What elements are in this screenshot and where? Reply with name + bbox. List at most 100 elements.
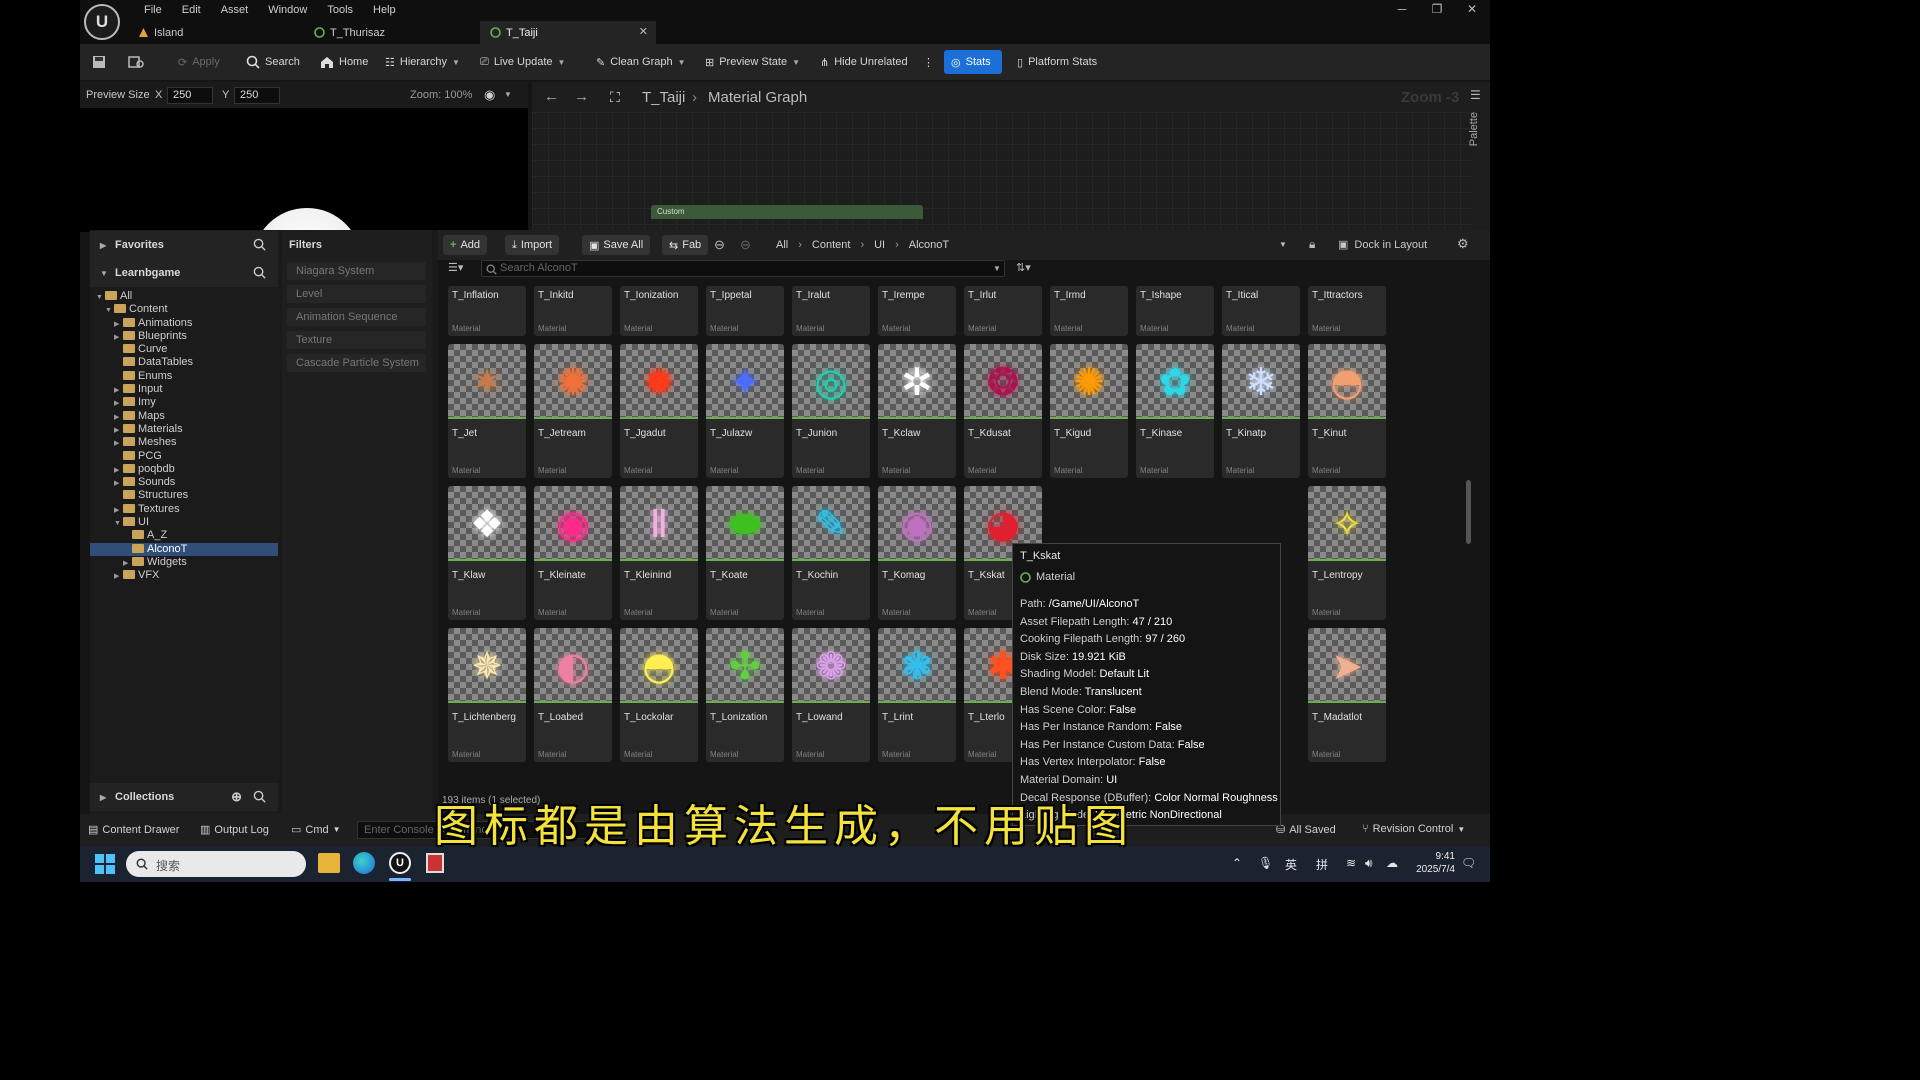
cmd-dropdown[interactable]: ▭ Cmd ▼ (291, 823, 341, 837)
menu-tools[interactable]: Tools (317, 2, 363, 18)
asset-tile-t-lentropy[interactable]: ✧ T_Lentropy Material (1308, 486, 1386, 620)
tab-t-thurisaz[interactable]: T_Thurisaz (304, 21, 479, 44)
asset-tile-t-lonization[interactable]: ✣ T_Lonization Material (706, 628, 784, 762)
app-icon[interactable] (426, 853, 444, 873)
asset-tile-t-kclaw[interactable]: ✲ T_Kclaw Material (878, 344, 956, 478)
chevron-right-icon[interactable]: ▶ (114, 424, 123, 437)
asset-tile-t-loabed[interactable]: ◐ T_Loabed Material (534, 628, 612, 762)
tree-item-textures[interactable]: ▶ Textures (90, 503, 278, 516)
favorites-header[interactable]: ▶ Favorites (90, 231, 278, 259)
tree-item-widgets[interactable]: ▶ Widgets (90, 556, 278, 569)
chevron-right-icon[interactable]: ▶ (114, 437, 123, 450)
project-header[interactable]: ▼ Learnbgame (90, 259, 278, 287)
asset-tile-t-kinut[interactable]: ◓ T_Kinut Material (1308, 344, 1386, 478)
asset-tile-t-lrint[interactable]: ❃ T_Lrint Material (878, 628, 956, 762)
close-tab-icon[interactable]: ✕ (639, 25, 648, 38)
tree-item-blueprints[interactable]: ▶ Blueprints (90, 330, 278, 343)
filter-icon[interactable]: ☰▾ (448, 261, 463, 274)
all-saved-button[interactable]: ⛁ All Saved (1276, 823, 1336, 837)
asset-tile-t-julazw[interactable]: ✦ T_Julazw Material (706, 344, 784, 478)
asset-tile-t-klaw[interactable]: ❖ T_Klaw Material (448, 486, 526, 620)
chevron-right-icon[interactable]: ▶ (114, 331, 123, 344)
back-arrow-icon[interactable]: ← (544, 88, 559, 105)
tree-item-curve[interactable]: Curve (90, 343, 278, 356)
wifi-icon[interactable]: ≋ (1346, 856, 1356, 870)
stats-button[interactable]: ◎ Stats (944, 50, 1002, 74)
asset-tile-t-junion[interactable]: ◎ T_Junion Material (792, 344, 870, 478)
more-options-icon[interactable]: ⋮ (923, 53, 934, 71)
tree-item-materials[interactable]: ▶ Materials (90, 423, 278, 436)
asset-tile-t-itical[interactable]: T_Itical Material (1222, 286, 1300, 336)
chevron-right-icon[interactable]: ▶ (114, 411, 123, 424)
asset-tile-t-komag[interactable]: ◉ T_Komag Material (878, 486, 956, 620)
material-graph-panel[interactable]: ← → ⛶ T_Taiji › Material Graph Zoom -3 ☰… (532, 82, 1490, 232)
asset-tile-t-irempe[interactable]: T_Irempe Material (878, 286, 956, 336)
asset-tile-t-kochin[interactable]: ✎ T_Kochin Material (792, 486, 870, 620)
volume-icon[interactable]: 🔊︎ (1365, 856, 1373, 871)
asset-tile-t-madatlot[interactable]: ➤ T_Madatlot Material (1308, 628, 1386, 762)
history-back-icon[interactable]: ⊖ (714, 237, 725, 253)
filter-animation-sequence[interactable]: Animation Sequence (287, 308, 426, 326)
asset-tile-t-kinatp[interactable]: ❄ T_Kinatp Material (1222, 344, 1300, 478)
chevron-right-icon[interactable]: ▶ (114, 318, 123, 331)
chevron-right-icon[interactable]: ▶ (114, 570, 123, 583)
home-button[interactable]: Home (320, 53, 368, 71)
platform-stats-button[interactable]: ▯ Platform Stats (1017, 53, 1097, 71)
search-icon[interactable] (253, 790, 266, 803)
asset-tile-t-irmd[interactable]: T_Irmd Material (1050, 286, 1128, 336)
forward-arrow-icon[interactable]: → (574, 88, 589, 105)
asset-tile-t-inflation[interactable]: T_Inflation Material (448, 286, 526, 336)
asset-tile-t-koate[interactable]: ⬬ T_Koate Material (706, 486, 784, 620)
clock[interactable]: 9:41 2025/7/4 (1415, 850, 1455, 876)
tree-item-sounds[interactable]: ▶ Sounds (90, 476, 278, 489)
sort-icon[interactable]: ⇅▾ (1016, 261, 1031, 274)
tree-item-pcg[interactable]: PCG (90, 450, 278, 463)
path-dropdown-icon[interactable]: ▼ (1279, 240, 1287, 249)
live-update-button[interactable]: ⎚ Live Update ▼ (480, 53, 565, 71)
edge-browser-icon[interactable] (353, 852, 375, 874)
tree-item-enums[interactable]: Enums (90, 370, 278, 383)
chevron-down-icon[interactable]: ▼ (105, 304, 114, 317)
palette-tab[interactable]: Palette (1468, 112, 1480, 146)
asset-tile-t-lichtenberg[interactable]: ✵ T_Lichtenberg Material (448, 628, 526, 762)
asset-tile-t-kdusat[interactable]: ❂ T_Kdusat Material (964, 344, 1042, 478)
search-button[interactable]: Search (246, 53, 300, 71)
search-icon[interactable] (253, 238, 266, 251)
microphone-icon[interactable]: 🎙︎ (1258, 856, 1273, 870)
asset-tile-t-kigud[interactable]: ✺ T_Kigud Material (1050, 344, 1128, 478)
chevron-right-icon[interactable]: ▶ (123, 557, 132, 570)
asset-tile-t-kleinind[interactable]: Ⅱ T_Kleinind Material (620, 486, 698, 620)
collections-header[interactable]: ▶ Collections ⊕ (90, 783, 278, 811)
chevron-right-icon[interactable]: ▶ (114, 477, 123, 490)
hamburger-icon[interactable]: ☰ (1470, 88, 1481, 102)
eye-icon[interactable]: ◉ (484, 87, 495, 103)
path-alconot[interactable]: AlconoT (909, 239, 949, 251)
add-collection-icon[interactable]: ⊕ (231, 789, 242, 805)
tree-item-datatables[interactable]: DataTables (90, 356, 278, 369)
path-all[interactable]: All (776, 239, 788, 251)
asset-tile-t-jgadut[interactable]: ✹ T_Jgadut Material (620, 344, 698, 478)
dock-in-layout-button[interactable]: ▣ Dock in Layout (1338, 238, 1427, 252)
menu-edit[interactable]: Edit (172, 2, 211, 18)
save-all-button[interactable]: ▣ Save All (582, 235, 651, 255)
chevron-down-icon[interactable]: ▼ (504, 90, 512, 99)
tree-item-poqbdb[interactable]: ▶ poqbdb (90, 463, 278, 476)
taskbar-search-input[interactable]: 搜索 (126, 851, 306, 877)
asset-tile-t-ittractors[interactable]: T_Ittractors Material (1308, 286, 1386, 336)
search-icon[interactable] (253, 266, 266, 279)
chevron-right-icon[interactable]: ▶ (114, 384, 123, 397)
cloud-icon[interactable]: ☁ (1386, 856, 1398, 870)
filter-level[interactable]: Level (287, 285, 426, 303)
tree-item-maps[interactable]: ▶ Maps (90, 410, 278, 423)
filter-cascade-particle-system[interactable]: Cascade Particle System (287, 354, 426, 372)
lock-icon[interactable]: 🔒︎ (1309, 237, 1315, 252)
tree-item-alconot[interactable]: AlconoT (90, 542, 278, 556)
history-forward-icon[interactable]: ⊖ (740, 237, 751, 253)
import-button[interactable]: ⤓ Import (505, 235, 560, 255)
output-log-button[interactable]: ▥ Output Log (200, 823, 269, 837)
menu-file[interactable]: File (134, 2, 172, 18)
path-content[interactable]: Content (812, 239, 851, 251)
chevron-down-icon[interactable]: ▼ (96, 291, 105, 304)
asset-tile-t-irlut[interactable]: T_Irlut Material (964, 286, 1042, 336)
hierarchy-button[interactable]: ☷ Hierarchy ▼ (385, 53, 460, 71)
